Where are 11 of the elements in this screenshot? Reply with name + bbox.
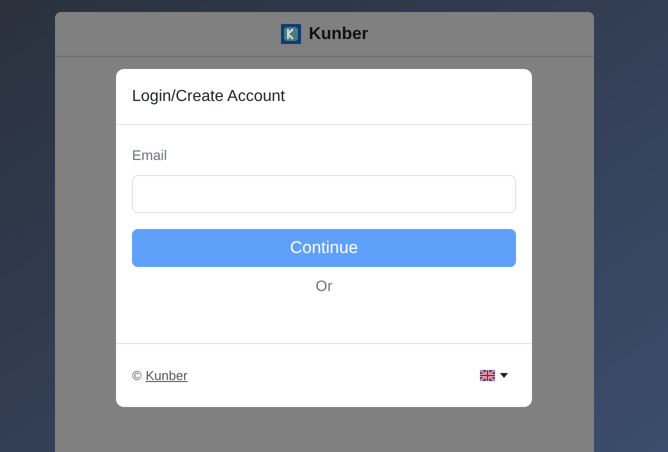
email-label: Email: [132, 146, 168, 165]
email-field[interactable]: [132, 175, 516, 213]
copyright-symbol: ©: [132, 366, 142, 385]
kunber-link[interactable]: Kunber: [146, 366, 188, 386]
dialog-title: Login/Create Account: [132, 86, 285, 106]
or-separator: Or: [316, 277, 332, 297]
flag-icon: [480, 370, 495, 381]
language-dropdown[interactable]: [480, 370, 508, 381]
logo-icon: [280, 24, 301, 44]
caret-icon: [500, 373, 508, 378]
app-title: Kunber: [308, 23, 368, 46]
